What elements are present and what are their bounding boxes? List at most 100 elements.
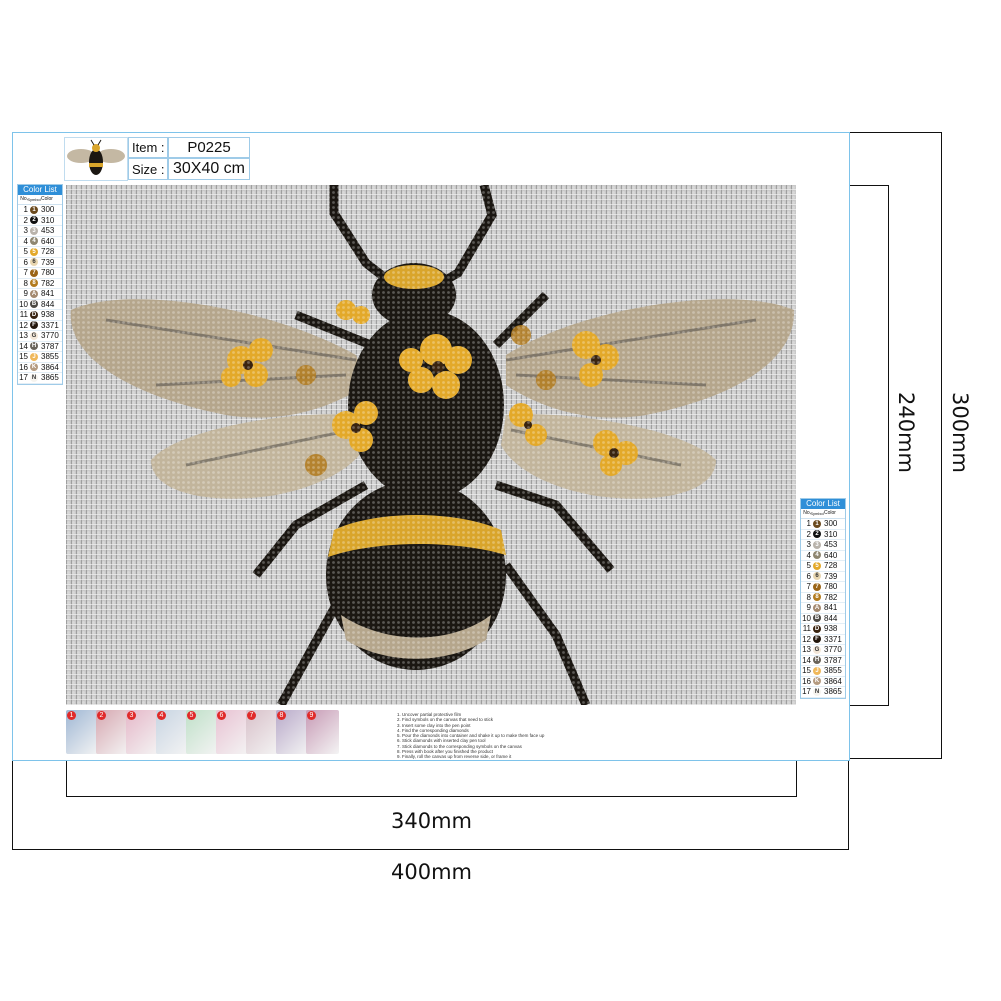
step-number: 8 bbox=[277, 711, 286, 720]
color-list-row: 16 K 3864 bbox=[801, 677, 845, 687]
color-list-header: No. Symbol Color bbox=[801, 509, 845, 519]
color-list-title: Color List bbox=[18, 185, 62, 195]
color-list-row: 6 6 739 bbox=[801, 572, 845, 582]
color-list-row: 13 G 3770 bbox=[18, 331, 62, 342]
color-symbol: F bbox=[30, 321, 38, 330]
instruction-line: 9. Finally, roll the canvas up from reve… bbox=[397, 754, 512, 760]
color-list-row: 12 F 3371 bbox=[801, 635, 845, 645]
color-list-row: 7 7 780 bbox=[18, 268, 62, 279]
size-value: 30X40 cm bbox=[168, 158, 250, 180]
color-list-right: Color List No. Symbol Color 1 1 300 2 2 310 3 3… bbox=[800, 498, 846, 699]
color-list-row: 15 J 3855 bbox=[801, 666, 845, 677]
color-list-row: 1 1 300 bbox=[801, 519, 845, 530]
color-symbol: 5 bbox=[30, 247, 38, 256]
color-symbol: A bbox=[30, 289, 38, 298]
step-number: 6 bbox=[217, 711, 226, 720]
color-symbol: G bbox=[30, 331, 38, 340]
color-list-row: 3 3 453 bbox=[801, 540, 845, 551]
color-list-rows: 1 1 300 2 2 310 3 3 453 4 4 640 5 5 728 6 6 739 7 7 780 8 8 782… bbox=[18, 205, 62, 384]
color-symbol: 8 bbox=[813, 593, 821, 602]
color-symbol: J bbox=[30, 352, 38, 361]
color-list-row: 17 N 3865 bbox=[801, 687, 845, 698]
item-value: P0225 bbox=[168, 137, 250, 158]
color-symbol: 6 bbox=[813, 572, 821, 581]
color-symbol: F bbox=[813, 635, 821, 644]
size-label: Size : bbox=[128, 158, 168, 180]
step-thumbnail: 8 bbox=[276, 710, 309, 754]
color-list-row: 9 A 841 bbox=[18, 289, 62, 300]
color-list-row: 14 H 3787 bbox=[18, 342, 62, 352]
color-symbol: D bbox=[30, 310, 38, 319]
instruction-strip: 1. Uncover partial protective film 2. Fin… bbox=[66, 708, 796, 760]
color-list-row: 17 N 3865 bbox=[18, 373, 62, 384]
inner-width-frame bbox=[66, 758, 797, 797]
color-list-header: No. Symbol Color bbox=[18, 195, 62, 205]
step-thumbnail: 6 bbox=[216, 710, 249, 754]
color-list-row: 15 J 3855 bbox=[18, 352, 62, 363]
color-list-row: 8 8 782 bbox=[18, 279, 62, 289]
color-symbol: K bbox=[813, 677, 821, 686]
color-symbol: 1 bbox=[813, 519, 821, 528]
color-symbol: N bbox=[30, 373, 38, 382]
step-thumbnail: 1 bbox=[66, 710, 99, 754]
color-list-row: 12 F 3371 bbox=[18, 321, 62, 331]
color-symbol: K bbox=[30, 363, 38, 372]
color-list-row: 16 K 3864 bbox=[18, 363, 62, 373]
color-symbol: A bbox=[813, 603, 821, 612]
color-symbol: 4 bbox=[30, 237, 38, 246]
color-symbol: 7 bbox=[813, 582, 821, 591]
color-symbol: G bbox=[813, 645, 821, 654]
step-thumbnail: 3 bbox=[126, 710, 159, 754]
step-number: 2 bbox=[97, 711, 106, 720]
color-symbol: D bbox=[813, 624, 821, 633]
color-symbol: 5 bbox=[813, 561, 821, 570]
color-list-row: 14 H 3787 bbox=[801, 656, 845, 666]
color-list-left: Color List No. Symbol Color 1 1 300 2 2 310 3 3… bbox=[17, 184, 63, 385]
color-list-row: 10 B 844 bbox=[801, 614, 845, 624]
outer-width-label: 400mm bbox=[391, 860, 472, 884]
color-list-row: 10 B 844 bbox=[18, 300, 62, 310]
inner-height-label: 240mm bbox=[894, 392, 918, 473]
product-header: Item : P0225 Size : 30X40 cm bbox=[62, 135, 250, 181]
color-symbol: 4 bbox=[813, 551, 821, 560]
color-list-row: 1 1 300 bbox=[18, 205, 62, 216]
color-list-row: 5 5 728 bbox=[801, 561, 845, 572]
bee-thumbnail bbox=[64, 137, 128, 181]
color-symbol: H bbox=[813, 656, 821, 665]
bee-artwork bbox=[66, 185, 796, 705]
color-symbol: B bbox=[30, 300, 38, 309]
diamond-pattern-canvas bbox=[66, 185, 796, 705]
step-number: 4 bbox=[157, 711, 166, 720]
color-list-row: 9 A 841 bbox=[801, 603, 845, 614]
color-symbol: 2 bbox=[813, 530, 821, 539]
color-list-row: 11 D 938 bbox=[18, 310, 62, 321]
step-thumbnail: 4 bbox=[156, 710, 189, 754]
color-list-rows: 1 1 300 2 2 310 3 3 453 4 4 640 5 5 728 6 6 739 7 7 780 8 8 782… bbox=[801, 519, 845, 698]
step-thumbnail: 5 bbox=[186, 710, 219, 754]
color-list-row: 8 8 782 bbox=[801, 593, 845, 603]
color-list-row: 13 G 3770 bbox=[801, 645, 845, 656]
color-symbol: 3 bbox=[30, 226, 38, 235]
color-list-row: 2 2 310 bbox=[18, 216, 62, 226]
color-list-row: 7 7 780 bbox=[801, 582, 845, 593]
color-list-row: 5 5 728 bbox=[18, 247, 62, 258]
outer-height-label: 300mm bbox=[948, 392, 972, 473]
color-symbol: J bbox=[813, 666, 821, 675]
color-list-row: 3 3 453 bbox=[18, 226, 62, 237]
color-list-row: 6 6 739 bbox=[18, 258, 62, 268]
color-symbol: 3 bbox=[813, 540, 821, 549]
color-symbol: N bbox=[813, 687, 821, 696]
color-list-row: 11 D 938 bbox=[801, 624, 845, 635]
inner-width-label: 340mm bbox=[391, 809, 472, 833]
color-symbol: 8 bbox=[30, 279, 38, 288]
color-symbol: 7 bbox=[30, 268, 38, 277]
step-number: 7 bbox=[247, 711, 256, 720]
color-list-row: 4 4 640 bbox=[18, 237, 62, 247]
step-number: 1 bbox=[67, 711, 76, 720]
step-number: 9 bbox=[307, 711, 316, 720]
color-list-row: 4 4 640 bbox=[801, 551, 845, 561]
item-label: Item : bbox=[128, 137, 168, 158]
color-symbol: 1 bbox=[30, 205, 38, 214]
color-symbol: B bbox=[813, 614, 821, 623]
step-number: 5 bbox=[187, 711, 196, 720]
